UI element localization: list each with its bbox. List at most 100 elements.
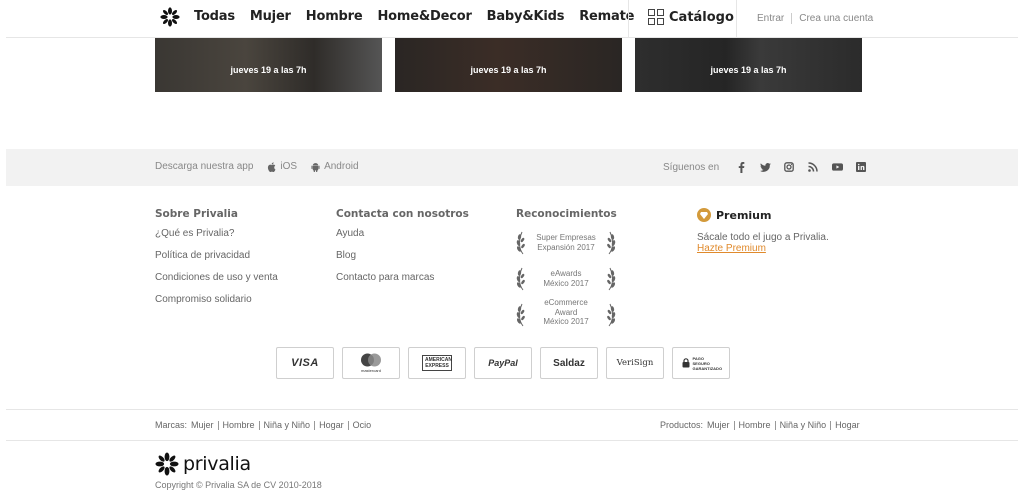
premium-link[interactable]: Hazte Premium bbox=[697, 243, 829, 254]
award-item: eCommerce Award México 2017 bbox=[514, 298, 618, 331]
award-text: eCommerce Award México 2017 bbox=[543, 298, 589, 326]
brand-link[interactable]: Ocio bbox=[353, 420, 372, 430]
mastercard-icon bbox=[361, 353, 381, 367]
visa-badge: VISA bbox=[276, 347, 334, 379]
ios-link[interactable]: iOS bbox=[267, 161, 297, 172]
amex-label: AMERICAN EXPRESS bbox=[422, 355, 452, 371]
android-label: Android bbox=[324, 161, 359, 172]
secure-payment-badge: PAGO SEGURO GARANTIZADO bbox=[672, 347, 730, 379]
laurel-icon bbox=[516, 231, 525, 255]
privalia-logo-icon bbox=[155, 452, 179, 476]
copyright: Copyright © Privalia SA de CV 2010-2018 bbox=[155, 480, 322, 490]
footer-link[interactable]: Blog bbox=[336, 250, 469, 261]
nav-home-decor[interactable]: Home&Decor bbox=[377, 9, 471, 24]
android-icon bbox=[311, 162, 320, 172]
auth-links: Entrar Crea una cuenta bbox=[757, 13, 873, 24]
campaign-card[interactable]: jueves 19 a las 7h bbox=[155, 38, 382, 92]
mastercard-badge: mastercard bbox=[342, 347, 400, 379]
award-text: eAwards México 2017 bbox=[543, 269, 589, 288]
page: Todas Mujer Hombre Home&Decor Baby&Kids … bbox=[0, 0, 1024, 497]
linkedin-icon[interactable] bbox=[855, 161, 867, 173]
product-link[interactable]: Hombre bbox=[739, 420, 771, 430]
instagram-icon[interactable] bbox=[783, 161, 795, 173]
footer-contact: Contacta con nosotros Ayuda Blog Contact… bbox=[336, 208, 469, 294]
privalia-logo-icon[interactable] bbox=[160, 7, 180, 27]
nav-remate[interactable]: Remate bbox=[579, 9, 634, 24]
footer-link[interactable]: ¿Qué es Privalia? bbox=[155, 228, 278, 239]
premium-description: Sácale todo el jugo a Privalia. bbox=[697, 232, 829, 243]
download-label: Descarga nuestra app bbox=[155, 161, 254, 172]
separator bbox=[791, 13, 793, 24]
apple-icon bbox=[268, 161, 276, 172]
android-link[interactable]: Android bbox=[311, 161, 359, 172]
signup-link[interactable]: Crea una cuenta bbox=[799, 13, 873, 24]
brands-label: Marcas: bbox=[155, 420, 188, 430]
saldazo-badge: Saldaz bbox=[540, 347, 598, 379]
premium-box: Premium Sácale todo el jugo a Privalia. … bbox=[697, 208, 829, 254]
premium-title: Premium bbox=[716, 208, 772, 222]
verisign-badge: VeriSign bbox=[606, 347, 664, 379]
login-link[interactable]: Entrar bbox=[757, 13, 784, 24]
laurel-icon bbox=[516, 303, 525, 327]
nav-hombre[interactable]: Hombre bbox=[306, 9, 363, 24]
product-link[interactable]: Niña y Niño bbox=[780, 420, 827, 430]
brand-link[interactable]: Hogar bbox=[319, 420, 344, 430]
awards-list: Super Empresas Expansión 2017 eAwards Mé… bbox=[514, 229, 618, 337]
products-row: Productos: Mujer Hombre Niña y Niño Hoga… bbox=[660, 420, 860, 430]
separator bbox=[258, 420, 260, 430]
footer-link[interactable]: Contacto para marcas bbox=[336, 272, 469, 283]
social-links: Síguenos en bbox=[663, 161, 867, 173]
footer-link[interactable]: Condiciones de uso y venta bbox=[155, 272, 278, 283]
campaign-card[interactable]: jueves 19 a las 7h bbox=[395, 38, 622, 92]
secure-payment-label: PAGO SEGURO GARANTIZADO bbox=[692, 355, 723, 371]
footer-link[interactable]: Política de privacidad bbox=[155, 250, 278, 261]
laurel-icon bbox=[607, 231, 616, 255]
verisign-label: VeriSign bbox=[616, 358, 654, 368]
nav-divider bbox=[736, 0, 737, 37]
footer-link[interactable]: Ayuda bbox=[336, 228, 469, 239]
footer-brand[interactable]: privalia bbox=[155, 452, 251, 476]
catalog-button[interactable]: Catálogo bbox=[648, 9, 734, 25]
social-icons bbox=[735, 161, 867, 173]
twitter-icon[interactable] bbox=[759, 161, 771, 173]
mastercard-label: mastercard bbox=[360, 368, 381, 373]
product-link[interactable]: Hogar bbox=[835, 420, 860, 430]
saldazo-label: Saldaz bbox=[553, 357, 585, 369]
nav-mujer[interactable]: Mujer bbox=[250, 9, 291, 24]
campaign-date: jueves 19 a las 7h bbox=[470, 65, 547, 75]
catalog-label: Catálogo bbox=[669, 9, 734, 25]
paypal-label: PayPal bbox=[488, 358, 518, 368]
premium-badge-icon bbox=[697, 208, 711, 222]
nav-baby-kids[interactable]: Baby&Kids bbox=[487, 9, 565, 24]
paypal-badge: PayPal bbox=[474, 347, 532, 379]
youtube-icon[interactable] bbox=[831, 161, 843, 173]
footer-divider bbox=[6, 409, 1018, 410]
separator bbox=[217, 420, 219, 430]
facebook-icon[interactable] bbox=[735, 161, 747, 173]
brand-link[interactable]: Niña y Niño bbox=[264, 420, 311, 430]
footer-about: Sobre Privalia ¿Qué es Privalia? Polític… bbox=[155, 208, 278, 316]
footer-awards: Reconocimientos bbox=[516, 208, 617, 228]
footer-divider bbox=[6, 440, 1018, 441]
premium-title-row: Premium bbox=[697, 208, 829, 222]
separator bbox=[733, 420, 735, 430]
laurel-icon bbox=[607, 303, 616, 327]
nav-divider bbox=[628, 0, 629, 37]
top-navbar: Todas Mujer Hombre Home&Decor Baby&Kids … bbox=[6, 0, 1018, 38]
laurel-icon bbox=[516, 267, 525, 291]
amex-badge: AMERICAN EXPRESS bbox=[408, 347, 466, 379]
footer-link[interactable]: Compromiso solidario bbox=[155, 294, 278, 305]
brand-link[interactable]: Hombre bbox=[223, 420, 255, 430]
product-link[interactable]: Mujer bbox=[707, 420, 730, 430]
products-label: Productos: bbox=[660, 420, 704, 430]
main-nav: Todas Mujer Hombre Home&Decor Baby&Kids … bbox=[194, 9, 634, 24]
separator bbox=[830, 420, 832, 430]
rss-icon[interactable] bbox=[807, 161, 819, 173]
brand-link[interactable]: Mujer bbox=[191, 420, 214, 430]
award-item: eAwards México 2017 bbox=[514, 265, 618, 295]
lock-icon bbox=[682, 358, 689, 368]
nav-todas[interactable]: Todas bbox=[194, 9, 235, 24]
campaign-date: jueves 19 a las 7h bbox=[710, 65, 787, 75]
grid-icon bbox=[648, 9, 664, 25]
campaign-card[interactable]: jueves 19 a las 7h bbox=[635, 38, 862, 92]
